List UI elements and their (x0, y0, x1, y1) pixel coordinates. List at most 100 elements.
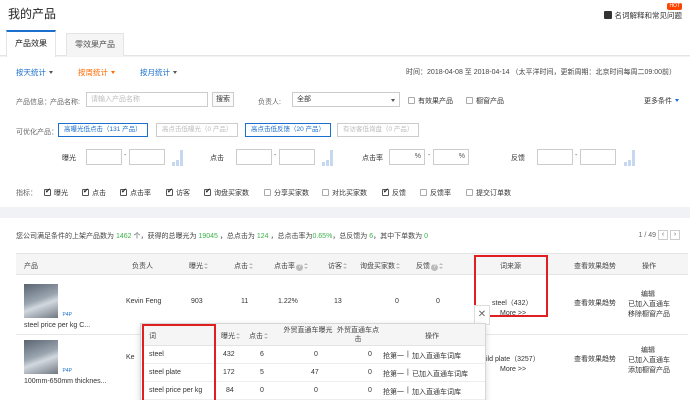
showcase-products-checkbox[interactable]: 橱窗产品 (466, 96, 504, 106)
clicks-min-input[interactable] (236, 149, 272, 165)
summary-part: ，总反馈为 (332, 233, 368, 240)
indicator-feedback[interactable]: 反馈 (382, 187, 406, 198)
next-page-button[interactable]: › (670, 230, 680, 240)
th-visitors[interactable]: 访客 (328, 261, 347, 271)
popup-clicks: 6 (260, 351, 264, 358)
clicks-max-input[interactable] (279, 149, 315, 165)
stat-tab-weekly[interactable]: 按周统计 (78, 67, 115, 78)
indicator-label: 曝光 (54, 190, 68, 197)
chevron-down-icon (675, 99, 679, 102)
bid-first-link[interactable]: 抢第一 (383, 369, 404, 379)
indicator-orders[interactable]: 提交订单数 (466, 188, 511, 198)
owner-cell: Ke (126, 354, 135, 361)
clicks-range-label: 点击 (210, 155, 224, 162)
ctr-max-unit: % (458, 153, 465, 160)
tab-product-effect[interactable]: 产品效果 (6, 30, 56, 57)
stat-tab-daily[interactable]: 按天统计 (16, 67, 53, 78)
ctr-max-input[interactable]: % (433, 149, 469, 165)
source-more-link[interactable]: More >> (500, 366, 526, 373)
product-info-label: 产品信息： (16, 99, 51, 106)
remove-showcase-link[interactable]: 移除橱窗产品 (628, 309, 670, 319)
sort-icon (439, 263, 443, 269)
effective-products-checkbox[interactable]: 有效果产品 (408, 96, 453, 106)
add-p4p-keyword-link[interactable]: 加入直通车词库 (412, 351, 461, 361)
indicator-label: 提交订单数 (476, 190, 511, 197)
indicator-label: 点击率 (130, 190, 151, 197)
indicator-label: 访客 (176, 190, 190, 197)
page-title: 我的产品 (8, 7, 57, 21)
indicator-compare-buyers[interactable]: 对比买家数 (322, 188, 367, 198)
impressions-max-input[interactable] (129, 149, 165, 165)
product-thumbnail[interactable]: P4P (24, 340, 72, 374)
indicator-share-buyers[interactable]: 分享买家数 (264, 188, 309, 198)
popup-th-p4p-imp: 外贸直通车曝光 (283, 327, 333, 334)
summary-impressions: 19045 (198, 233, 218, 240)
th-inquiry-buyers[interactable]: 询盘买家数 (360, 261, 400, 271)
clicks-cell: 11 (241, 298, 249, 305)
search-button[interactable]: 搜索 (212, 92, 234, 107)
feedback-max-input[interactable] (580, 149, 616, 165)
stat-tab-monthly[interactable]: 按月统计 (140, 67, 177, 78)
source-word-cell: ild plate（3257） (486, 356, 540, 363)
th-label: 访客 (328, 263, 342, 270)
popup-th-p4p-clk: 外贸直通车点击 (337, 327, 379, 343)
inquiry-cell: 0 (395, 298, 399, 305)
product-name-label: 产品名称: (50, 99, 80, 106)
checkbox-icon (408, 97, 415, 104)
question-icon[interactable]: ? (431, 264, 438, 271)
pill-high-click-low-imp[interactable]: 高点击低曝光（0 产品） (156, 123, 239, 137)
pill-high-click-low-feedback[interactable]: 高点击低反馈（20 产品） (245, 123, 332, 137)
help-link[interactable]: 名词解释和常见问题 (603, 10, 682, 21)
owner-select[interactable]: 全部 (292, 92, 400, 107)
th-impressions[interactable]: 曝光 (189, 261, 208, 271)
product-name-link[interactable]: steel price per kg C... (24, 322, 90, 329)
indicator-impressions[interactable]: 曝光 (44, 187, 68, 198)
th-ctr[interactable]: 点击率? (274, 261, 308, 271)
indicator-visitors[interactable]: 访客 (166, 187, 190, 198)
edit-link[interactable]: 编辑 (641, 289, 655, 299)
popup-p4p-clk: 0 (368, 351, 372, 358)
stat-tab-weekly-label: 按周统计 (78, 68, 108, 77)
view-trend-link[interactable]: 查看效果趋势 (574, 354, 616, 364)
prev-page-button[interactable]: ‹ (658, 230, 668, 240)
owner-label: 负责人: (258, 99, 281, 106)
th-feedback[interactable]: 反馈? (416, 261, 443, 271)
ctr-range-label: 点击率 (362, 155, 383, 162)
sort-icon (396, 263, 400, 269)
ctr-min-input[interactable]: % (389, 149, 425, 165)
impressions-min-input[interactable] (86, 149, 122, 165)
indicator-clicks[interactable]: 点击 (82, 187, 106, 198)
product-name-link[interactable]: 100mm-650mm thicknes... (24, 378, 106, 385)
product-name-input[interactable]: 请输入产品名称 (86, 92, 208, 107)
feedback-min-input[interactable] (537, 149, 573, 165)
summary-part: ，其中下单数为 (373, 233, 423, 240)
impressions-range-label: 曝光 (62, 155, 76, 162)
page-indicator: 1 / 49 (638, 231, 656, 239)
popup-th-clicks[interactable]: 点击 (249, 331, 268, 341)
indicator-label: 反馈 (392, 190, 406, 197)
close-icon[interactable]: ✕ (474, 305, 490, 325)
indicator-ctr[interactable]: 点击率 (120, 187, 151, 198)
product-thumbnail[interactable]: P4P (24, 284, 72, 318)
indicator-inquiry-buyers[interactable]: 询盘买家数 (204, 187, 249, 198)
bid-first-link[interactable]: 抢第一 (383, 351, 404, 361)
pill-high-imp-low-click[interactable]: 高曝光低点击（131 产品） (58, 123, 148, 137)
popup-th-impressions[interactable]: 曝光 (221, 331, 240, 341)
view-trend-link[interactable]: 查看效果趋势 (574, 298, 616, 308)
add-showcase-link[interactable]: 添加橱窗产品 (628, 365, 670, 375)
pill-visitors-low-inquiry[interactable]: 有访客低询盘（0 产品） (337, 123, 420, 137)
tab-zero-effect[interactable]: 零效果产品 (66, 33, 124, 56)
summary-orders: 0 (424, 233, 429, 240)
edit-link[interactable]: 编辑 (641, 345, 655, 355)
indicator-label: 询盘买家数 (214, 190, 249, 197)
add-p4p-keyword-link[interactable]: 加入直通车词库 (412, 387, 461, 397)
summary-part: 个，获得的总曝光为 (133, 233, 197, 240)
checkbox-icon (466, 97, 473, 104)
question-icon[interactable]: ? (296, 264, 303, 271)
more-conditions-link[interactable]: 更多条件 (644, 96, 679, 106)
popup-impressions: 432 (223, 351, 235, 358)
indicator-label: 反馈率 (430, 190, 451, 197)
indicator-feedback-rate[interactable]: 反馈率 (420, 188, 451, 198)
bid-first-link[interactable]: 抢第一 (383, 387, 404, 397)
th-clicks[interactable]: 点击 (234, 261, 253, 271)
